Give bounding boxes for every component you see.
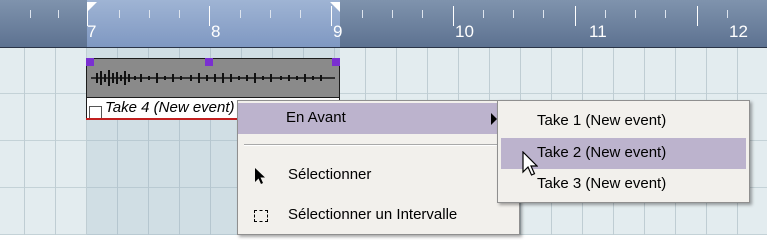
ruler-tick <box>300 10 301 18</box>
ruler-tick <box>605 10 606 18</box>
ruler-tick <box>392 10 393 18</box>
ruler-tick <box>149 10 150 18</box>
arrow-pointer-icon <box>255 168 265 184</box>
menu-item-en-avant[interactable]: En Avant <box>238 103 519 134</box>
ruler-tick <box>58 10 59 18</box>
context-menu: En Avant Sélectionner Sélectionner un In… <box>237 100 520 235</box>
submenu-item-take-1[interactable]: Take 1 (New event) <box>501 106 746 137</box>
ruler-tick <box>362 10 363 18</box>
ruler-bar-number: 8 <box>211 22 221 41</box>
ruler-tick <box>727 10 728 18</box>
menu-item-label: Sélectionner un Intervalle <box>288 206 458 223</box>
ruler-tick <box>635 10 636 18</box>
ruler-bar-number: 11 <box>589 22 607 41</box>
ruler-major-tick <box>575 6 576 26</box>
ruler-tick <box>422 10 423 18</box>
ruler-bar-number: 10 <box>455 22 474 41</box>
menu-item-selectionner[interactable]: Sélectionner <box>238 160 519 191</box>
ruler-tick <box>665 10 666 18</box>
waveform <box>91 70 335 86</box>
ruler-tick <box>30 10 31 18</box>
ruler-major-tick <box>331 6 332 26</box>
range-select-icon <box>252 207 270 225</box>
ruler-tick <box>119 10 120 18</box>
menu-separator <box>244 144 512 146</box>
menu-item-label: Sélectionner <box>288 166 372 183</box>
menu-item-label: En Avant <box>286 109 346 126</box>
left-locator-marker[interactable] <box>87 2 97 12</box>
audio-event[interactable] <box>86 58 340 98</box>
ruler-major-tick <box>697 6 698 26</box>
ruler-tick <box>270 10 271 18</box>
ruler-tick <box>543 10 544 18</box>
mouse-cursor-icon <box>522 151 538 176</box>
ruler-major-tick <box>209 6 210 26</box>
submenu-item-label: Take 2 (New event) <box>537 144 667 161</box>
ruler-tick <box>483 10 484 18</box>
ruler-bar-number: 9 <box>333 22 343 41</box>
ruler-major-tick <box>453 6 454 26</box>
timeline-ruler[interactable]: 7 8 9 10 11 12 <box>0 0 767 48</box>
event-label: Take 4 (New event) <box>105 99 235 116</box>
menu-item-selectionner-intervalle[interactable]: Sélectionner un Intervalle <box>238 200 519 231</box>
submenu-item-label: Take 3 (New event) <box>537 175 667 192</box>
submenu-item-label: Take 1 (New event) <box>537 112 667 129</box>
ruler-bar-number: 7 <box>87 22 97 41</box>
ruler-tick <box>513 10 514 18</box>
ruler-bar-number: 12 <box>729 22 748 41</box>
ruler-tick <box>240 10 241 18</box>
ruler-tick <box>179 10 180 18</box>
